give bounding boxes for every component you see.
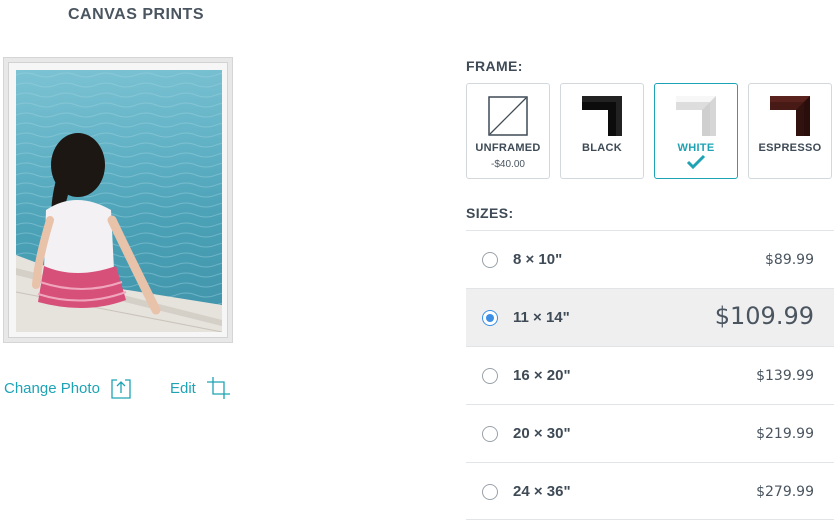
frame-option-name: WHITE (677, 142, 715, 154)
unframed-icon (488, 96, 528, 136)
size-option-20x30[interactable]: 20 × 30" $219.99 (466, 404, 834, 462)
frame-option-black[interactable]: BLACK (560, 83, 644, 179)
size-name: 16 × 20" (513, 367, 571, 384)
size-radio[interactable] (482, 426, 498, 442)
size-price: $279.99 (756, 484, 814, 500)
frame-section-label: FRAME: (466, 58, 523, 74)
change-photo-button[interactable]: Change Photo (4, 376, 132, 400)
black-frame-swatch (582, 96, 622, 136)
size-list: 8 × 10" $89.99 11 × 14" $109.99 16 × 20"… (466, 230, 834, 520)
size-name: 11 × 14" (513, 309, 570, 326)
canvas-preview (3, 57, 233, 343)
frame-option-espresso[interactable]: ESPRESSO (748, 83, 832, 179)
size-price: $109.99 (714, 302, 814, 330)
frame-options: UNFRAMED -$40.00 BLACK WHITE ESPRESSO (466, 83, 834, 179)
change-photo-label: Change Photo (4, 379, 100, 397)
size-radio[interactable] (482, 310, 498, 326)
size-radio[interactable] (482, 252, 498, 268)
size-option-16x20[interactable]: 16 × 20" $139.99 (466, 346, 834, 404)
size-radio[interactable] (482, 484, 498, 500)
size-name: 20 × 30" (513, 425, 571, 442)
frame-option-name: ESPRESSO (758, 142, 822, 154)
size-option-24x36[interactable]: 24 × 36" $279.99 (466, 462, 834, 520)
size-option-8x10[interactable]: 8 × 10" $89.99 (466, 230, 834, 288)
page-title: CANVAS PRINTS (68, 6, 204, 23)
size-option-11x14[interactable]: 11 × 14" $109.99 (466, 288, 834, 346)
size-name: 24 × 36" (513, 483, 571, 500)
size-name: 8 × 10" (513, 251, 563, 268)
size-radio[interactable] (482, 368, 498, 384)
size-price: $89.99 (765, 252, 814, 268)
frame-option-white[interactable]: WHITE (654, 83, 738, 179)
frame-option-unframed[interactable]: UNFRAMED -$40.00 (466, 83, 550, 179)
size-price: $219.99 (756, 426, 814, 442)
edit-label: Edit (170, 379, 196, 397)
espresso-frame-swatch (770, 96, 810, 136)
white-frame-swatch (676, 96, 716, 136)
size-price: $139.99 (756, 368, 814, 384)
sizes-section-label: SIZES: (466, 205, 514, 221)
preview-photo (16, 70, 222, 332)
canvas-mat (8, 62, 228, 338)
frame-option-name: BLACK (582, 142, 622, 154)
crop-icon (206, 376, 232, 400)
frame-option-name: UNFRAMED (475, 142, 541, 154)
edit-button[interactable]: Edit (170, 376, 232, 400)
selected-check-icon (686, 154, 706, 175)
upload-icon (110, 376, 132, 400)
frame-option-price-adjust: -$40.00 (491, 159, 525, 170)
